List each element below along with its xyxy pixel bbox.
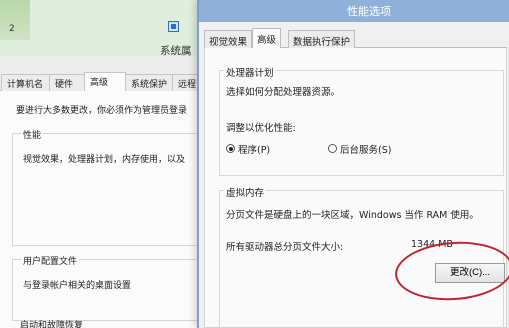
- paging-file-total-label: 所有驱动器总分页文件大小:: [226, 242, 344, 253]
- dialog-tabs: 视觉效果 高级 数据执行保护: [204, 28, 507, 49]
- admin-message: 要进行大多数更改，你必须作为管理员登录: [16, 106, 188, 116]
- system-properties-window: 2 系统属 计算机名 硬件 高级 系统保护 远程 要进行大多数更改，你必须作为管…: [0, 0, 202, 328]
- performance-group: 性能 视觉效果，处理器计划，内存使用，以及: [12, 128, 202, 246]
- tab-visual-effects[interactable]: 视觉效果: [204, 30, 253, 48]
- startup-recovery-title: 启动和故障恢复: [20, 321, 84, 328]
- virtual-memory-description: 分页文件是硬盘上的一块区域，Windows 当作 RAM 使用。: [226, 210, 479, 221]
- system-properties-title: 系统属: [160, 45, 192, 57]
- virtual-memory-title: 虚拟内存: [224, 185, 267, 199]
- processor-description: 选择如何分配处理器资源。: [226, 87, 341, 98]
- user-profile-group: 用户配置文件 与登录帐户相关的桌面设置: [12, 254, 202, 321]
- advanced-tab-pane: 要进行大多数更改，你必须作为管理员登录 性能 视觉效果，处理器计划，内存使用，以…: [0, 91, 202, 328]
- system-properties-tabs: 计算机名 硬件 高级 系统保护 远程: [0, 72, 202, 92]
- processor-scheduling-title: 处理器计划: [224, 65, 276, 79]
- dialog-titlebar[interactable]: 性能选项: [199, 0, 509, 22]
- dialog-title: 性能选项: [347, 5, 391, 18]
- desktop-background-strip: [0, 0, 30, 40]
- processor-scheduling-group: 处理器计划 选择如何分配处理器资源。 调整以优化性能: 程序(P) 后台服务(S…: [219, 65, 504, 176]
- performance-text: 视觉效果，处理器计划，内存使用，以及: [23, 155, 186, 165]
- tab-dep[interactable]: 数据执行保护: [288, 30, 356, 48]
- performance-title: 性能: [21, 128, 44, 141]
- user-profile-text: 与登录帐户相关的桌面设置: [23, 281, 132, 291]
- user-profile-title: 用户配置文件: [21, 254, 80, 267]
- desktop-number: 2: [9, 24, 15, 34]
- programs-label[interactable]: 程序(P): [238, 142, 270, 156]
- tab-advanced-dialog[interactable]: 高级: [252, 28, 282, 49]
- background-services-radio[interactable]: [328, 144, 337, 153]
- background-services-label[interactable]: 后台服务(S): [340, 142, 391, 156]
- tab-computer-name[interactable]: 计算机名: [1, 74, 50, 91]
- tab-system-protection[interactable]: 系统保护: [125, 74, 173, 91]
- optimize-label: 调整以优化性能:: [226, 123, 296, 134]
- tab-advanced[interactable]: 高级: [84, 72, 126, 92]
- system-properties-titlebar: 2 系统属: [0, 0, 200, 57]
- system-icon: [168, 21, 179, 32]
- programs-radio[interactable]: [226, 144, 235, 153]
- tab-hardware[interactable]: 硬件: [49, 74, 85, 91]
